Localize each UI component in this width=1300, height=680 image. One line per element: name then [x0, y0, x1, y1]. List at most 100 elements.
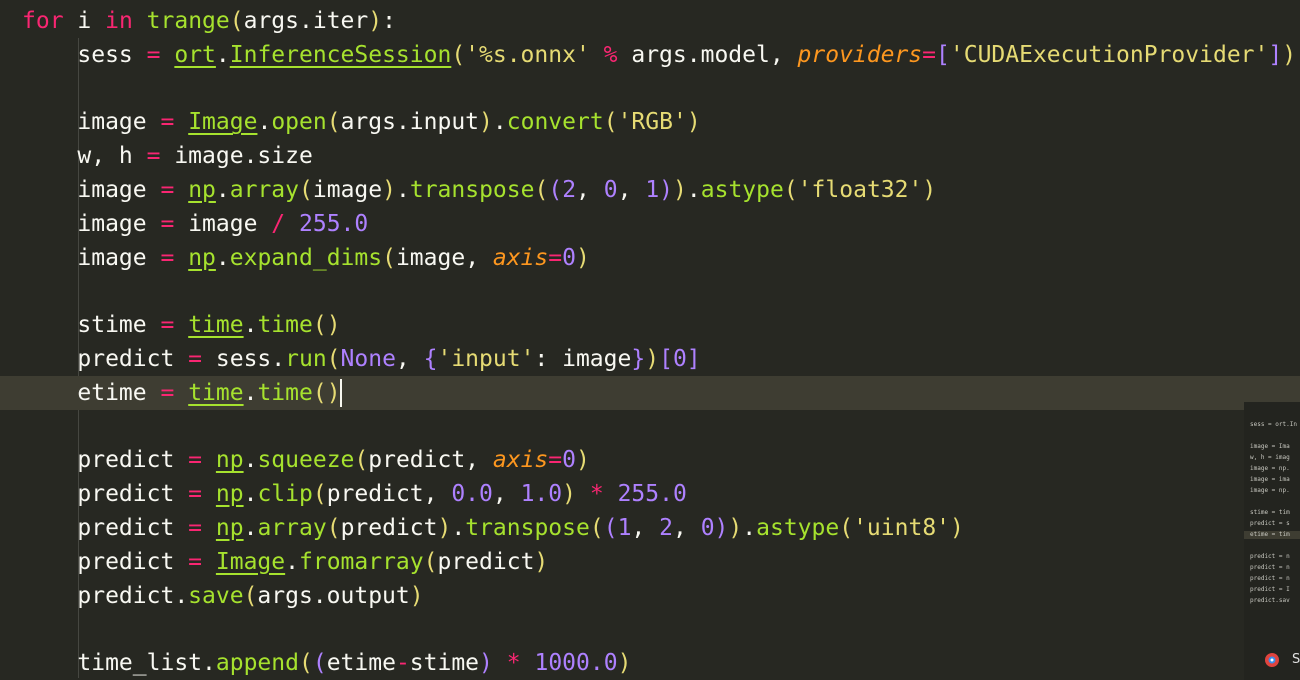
code-token: ) — [922, 177, 937, 203]
code-token: args.input — [340, 109, 480, 136]
code-token: axis — [492, 244, 549, 271]
code-line[interactable]: image = np.array(image).transpose((2, 0,… — [0, 173, 1300, 207]
code-token: ) — [728, 515, 743, 541]
code-token: ( — [312, 481, 327, 508]
code-token: : image — [534, 346, 632, 372]
code-line[interactable]: time_list.append((etime-stime) * 1000.0) — [0, 646, 1300, 680]
code-token: ( — [451, 41, 466, 68]
code-line[interactable]: image = np.expand_dims(image, axis=0) — [0, 241, 1300, 275]
minimap-line: predict = I — [1250, 586, 1290, 593]
code-line[interactable] — [0, 612, 1300, 646]
code-token: ( — [839, 515, 854, 541]
code-token: ) — [562, 481, 576, 508]
code-token: ) — [368, 8, 383, 34]
code-token: . — [257, 109, 272, 136]
code-token: [ — [659, 346, 673, 372]
code-token: w, h — [22, 143, 147, 170]
minimap[interactable]: S sess = ort.In image = Ima w, h = imag ima… — [1244, 402, 1300, 680]
code-token: * — [506, 650, 521, 677]
code-editor[interactable]: for i in trange(args.iter): sess = ort.I… — [0, 0, 1300, 680]
code-line[interactable] — [0, 72, 1300, 106]
code-token: time — [257, 312, 313, 339]
code-token: () — [312, 312, 341, 339]
code-line[interactable]: w, h = image.size — [0, 139, 1300, 173]
code-token: * — [589, 481, 604, 508]
code-token: . — [243, 515, 258, 541]
code-line[interactable]: for i in trange(args.iter): — [0, 4, 1300, 38]
app-icon[interactable] — [1264, 652, 1280, 668]
code-token: astype — [700, 177, 784, 203]
code-line[interactable]: predict = Image.fromarray(predict) — [0, 545, 1300, 579]
code-token: , — [672, 515, 701, 541]
code-token: image, — [395, 244, 493, 271]
code-line[interactable] — [0, 274, 1300, 308]
code-token: predict, — [326, 481, 452, 508]
code-token: np — [215, 515, 244, 541]
code-line[interactable]: image = image / 255.0 — [0, 207, 1300, 241]
code-token: axis — [492, 447, 549, 474]
code-token: 1 — [645, 177, 660, 203]
code-token: sess. — [202, 346, 286, 372]
code-token: providers — [797, 41, 923, 68]
code-line[interactable]: image = Image.open(args.input).convert('… — [0, 105, 1300, 139]
code-line-current[interactable]: etime = time.time() — [0, 375, 1300, 410]
code-token: 'input' — [437, 346, 535, 372]
code-token: . — [215, 41, 230, 68]
code-token: args.iter — [243, 8, 369, 34]
code-token: [ — [936, 41, 950, 68]
code-token: ( — [299, 177, 313, 203]
code-token: 'RGB' — [617, 109, 687, 136]
code-token: stime — [409, 650, 480, 677]
code-token: 'uint8' — [853, 515, 951, 541]
code-token: = — [548, 447, 563, 474]
code-token: 1.0 — [520, 481, 563, 508]
code-token: ( — [534, 177, 549, 203]
code-line[interactable]: predict = np.clip(predict, 0.0, 1.0) * 2… — [0, 477, 1300, 511]
code-token: . — [215, 244, 230, 271]
code-line[interactable]: predict = np.array(predict).transpose((1… — [0, 511, 1300, 545]
code-token: convert — [506, 109, 604, 136]
code-token: . — [243, 481, 258, 508]
code-token: 0 — [562, 244, 576, 271]
code-token: : — [382, 8, 396, 34]
code-line[interactable]: predict.save(args.output) — [0, 579, 1300, 613]
code-token: image.size — [160, 143, 313, 170]
code-line[interactable]: stime = time.time() — [0, 308, 1300, 342]
code-token: ( — [326, 346, 341, 372]
code-token: 0.0 — [451, 481, 493, 508]
code-token: % — [603, 41, 618, 68]
code-token: predict — [22, 548, 189, 575]
minimap-line: stime = tim — [1250, 509, 1290, 516]
code-token: ) — [479, 109, 493, 136]
code-token: = — [160, 177, 175, 203]
code-token: , — [576, 177, 604, 203]
code-token: for — [22, 8, 64, 34]
code-token: ( — [783, 177, 798, 203]
code-line[interactable]: sess = ort.InferenceSession('%s.onnx' % … — [0, 38, 1300, 72]
code-token: = — [188, 548, 203, 575]
code-token: predict, — [368, 447, 493, 474]
code-token: i — [63, 8, 106, 34]
code-line[interactable] — [0, 410, 1300, 444]
code-token: ) — [673, 177, 687, 203]
code-token: image — [22, 109, 161, 136]
code-token: ) — [576, 244, 590, 271]
code-token: run — [285, 346, 327, 372]
code-line[interactable]: predict = sess.run(None, {'input': image… — [0, 342, 1300, 376]
minimap-line: predict = n — [1250, 553, 1290, 560]
minimap-line: sess = ort.In — [1250, 421, 1297, 428]
code-token: in — [105, 8, 133, 34]
code-token: image — [174, 210, 272, 237]
code-token: , — [395, 346, 424, 372]
minimap-line: image = np. — [1250, 465, 1290, 472]
code-token: ] — [1268, 41, 1283, 68]
code-token: . — [285, 548, 299, 575]
code-token: . — [243, 447, 258, 474]
text-cursor — [339, 379, 342, 408]
code-line[interactable]: predict = np.squeeze(predict, axis=0) — [0, 443, 1300, 477]
